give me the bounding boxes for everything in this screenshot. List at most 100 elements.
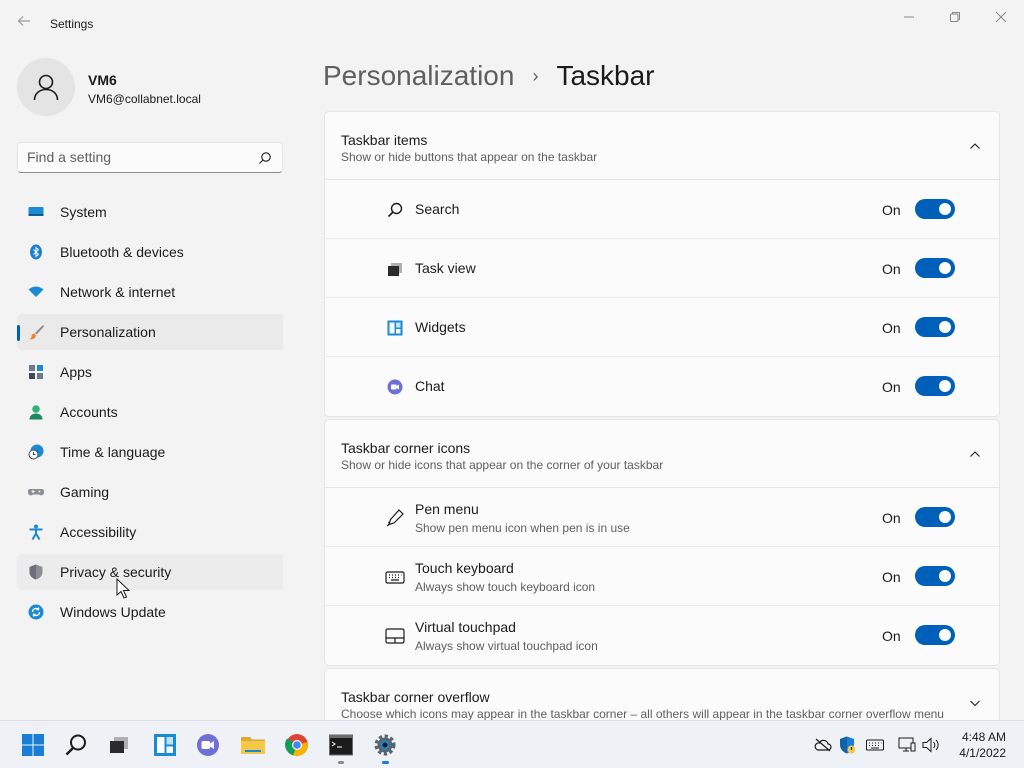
chat-toggle[interactable] (915, 376, 955, 396)
back-arrow-icon (17, 16, 30, 26)
taskbar-terminal-button[interactable] (328, 732, 354, 758)
task-view-icon (110, 737, 128, 753)
setting-row-touch-keyboard: Touch keyboard Always show touch keyboar… (325, 547, 999, 606)
widgets-toggle[interactable] (915, 317, 955, 337)
clock[interactable]: 4:48 AM 4/1/2022 (959, 729, 1006, 761)
setting-row-pen-menu: Pen menu Show pen menu icon when pen is … (325, 488, 999, 547)
avatar[interactable] (17, 58, 75, 116)
restore-icon (950, 12, 960, 22)
gamepad-icon (28, 484, 44, 500)
taskbar-settings-button[interactable] (372, 732, 398, 758)
sidebar-item-accounts[interactable]: Accounts (17, 394, 283, 430)
sidebar-item-system[interactable]: System (17, 194, 283, 230)
search-icon (65, 734, 86, 756)
network-wired-icon[interactable] (898, 736, 916, 754)
taskbar-file-explorer-button[interactable] (240, 732, 266, 758)
clock-time: 4:48 AM (961, 730, 1006, 744)
user-email: VM6@collabnet.local (88, 92, 201, 106)
minimize-button[interactable] (886, 6, 932, 28)
keyboard-icon[interactable] (866, 736, 884, 754)
taskbar-widgets-button[interactable] (152, 732, 178, 758)
close-button[interactable] (978, 6, 1024, 28)
taskbar-items-header[interactable]: Taskbar items Show or hide buttons that … (325, 112, 999, 180)
setting-label: Search (415, 201, 460, 217)
sidebar-item-label: Gaming (60, 484, 110, 500)
sidebar-item-windows-update[interactable]: Windows Update (17, 594, 283, 630)
taskbar-chat-button[interactable] (195, 732, 221, 758)
breadcrumb-separator: › (532, 65, 539, 86)
update-icon (28, 604, 44, 620)
chrome-icon (285, 734, 308, 757)
page-title: Taskbar (556, 60, 655, 91)
apps-icon (28, 364, 44, 380)
maximize-button[interactable] (932, 6, 978, 28)
taskbar-chrome-button[interactable] (284, 732, 310, 758)
back-button[interactable] (12, 12, 36, 36)
start-button[interactable] (20, 732, 46, 758)
close-icon (995, 11, 1007, 23)
setting-row-search: Search On (325, 180, 999, 239)
sidebar-item-time-language[interactable]: Time & language (17, 434, 283, 470)
app-title: Settings (50, 17, 94, 31)
search-toggle[interactable] (915, 199, 955, 219)
volume-icon[interactable] (922, 736, 940, 754)
setting-row-task-view: Task view On (325, 239, 999, 298)
clock-globe-icon (28, 444, 44, 460)
sidebar-item-label: Network & internet (60, 284, 176, 300)
setting-description: Show pen menu icon when pen is in use (415, 521, 630, 535)
section-title: Taskbar corner icons (341, 440, 471, 456)
setting-label: Widgets (415, 319, 466, 335)
search-box[interactable] (17, 142, 283, 173)
setting-row-chat: Chat On (325, 357, 999, 416)
toggle-state: On (882, 628, 901, 644)
setting-label: Virtual touchpad (415, 619, 516, 635)
taskbar-items-card: Taskbar items Show or hide buttons that … (324, 111, 1000, 417)
sidebar-item-label: Bluetooth & devices (60, 244, 184, 260)
sidebar-item-gaming[interactable]: Gaming (17, 474, 283, 510)
widgets-icon (154, 734, 176, 756)
sidebar-item-bluetooth[interactable]: Bluetooth & devices (17, 234, 283, 270)
pen-menu-toggle[interactable] (915, 507, 955, 527)
virtual-touchpad-toggle[interactable] (915, 625, 955, 645)
sidebar-item-label: System (60, 204, 107, 220)
sidebar-item-apps[interactable]: Apps (17, 354, 283, 390)
onedrive-icon[interactable] (814, 736, 832, 754)
sidebar-item-privacy-security[interactable]: Privacy & security (17, 554, 283, 590)
taskbar: 4:48 AM 4/1/2022 (0, 720, 1024, 768)
toggle-state: On (882, 510, 901, 526)
gear-icon (374, 734, 396, 756)
security-shield-icon[interactable] (838, 736, 856, 754)
taskbar-corner-overflow-card[interactable]: Taskbar corner overflow Choose which ico… (324, 668, 1000, 720)
search-input[interactable] (27, 149, 247, 165)
breadcrumb-parent[interactable]: Personalization (323, 60, 514, 92)
taskbar-corner-icons-header[interactable]: Taskbar corner icons Show or hide icons … (325, 420, 999, 488)
clock-date: 4/1/2022 (959, 746, 1006, 760)
chevron-down-icon (970, 700, 980, 707)
section-description: Show or hide buttons that appear on the … (341, 150, 598, 164)
minimize-icon (904, 16, 914, 18)
keyboard-icon (385, 567, 405, 587)
widgets-icon (385, 318, 405, 338)
mouse-cursor-icon (116, 578, 130, 599)
touch-keyboard-toggle[interactable] (915, 566, 955, 586)
sidebar-item-personalization[interactable]: Personalization (17, 314, 283, 350)
user-name: VM6 (88, 72, 117, 88)
sidebar-item-label: Time & language (60, 444, 166, 460)
taskbar-task-view-button[interactable] (106, 732, 132, 758)
section-description: Choose which icons may appear in the tas… (341, 707, 944, 720)
search-icon (385, 200, 405, 220)
sidebar-nav: System Bluetooth & devices Network & int… (17, 194, 283, 634)
breadcrumb: Personalization › Taskbar (323, 58, 655, 94)
folder-icon (241, 737, 265, 754)
taskbar-search-button[interactable] (63, 732, 89, 758)
brush-icon (28, 324, 44, 340)
user-icon (33, 74, 59, 101)
section-description: Show or hide icons that appear on the co… (341, 458, 664, 472)
task-view-icon (385, 259, 405, 279)
sidebar-item-network[interactable]: Network & internet (17, 274, 283, 310)
setting-description: Always show touch keyboard icon (415, 580, 596, 594)
task-view-toggle[interactable] (915, 258, 955, 278)
setting-description: Always show virtual touchpad icon (415, 639, 598, 653)
system-icon (28, 204, 44, 220)
sidebar-item-accessibility[interactable]: Accessibility (17, 514, 283, 550)
